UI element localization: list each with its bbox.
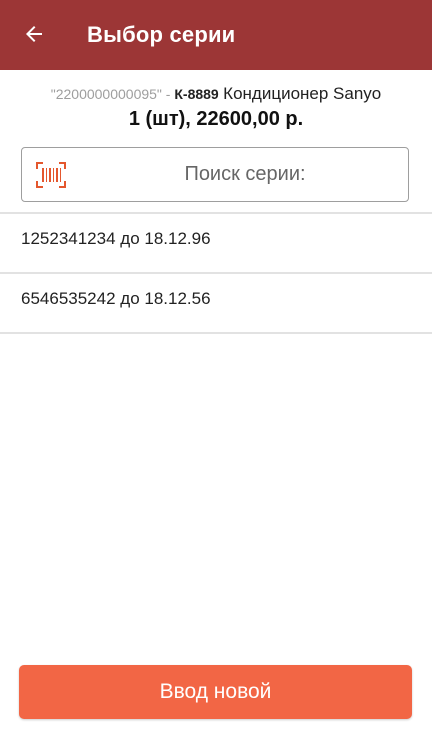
back-button[interactable] — [14, 16, 54, 52]
app-bar: Выбор серии — [0, 0, 432, 70]
series-list-item[interactable]: 6546535242 до 18.12.56 — [0, 274, 432, 334]
product-separator: - — [161, 86, 175, 102]
page-title: Выбор серии — [87, 22, 236, 47]
screen: Выбор серии "2200000000095" - К-8889 Кон… — [0, 0, 432, 739]
product-barcode: "2200000000095" — [50, 86, 162, 102]
series-search-input[interactable]: Поиск серии: — [21, 147, 409, 202]
barcode-scan-icon[interactable] — [36, 162, 66, 188]
product-info: "2200000000095" - К-8889 Кондиционер San… — [0, 84, 432, 104]
product-summary: 1 (шт), 22600,00 р. — [128, 108, 304, 130]
series-list-item[interactable]: 1252341234 до 18.12.96 — [0, 214, 432, 274]
search-placeholder: Поиск серии: — [184, 163, 306, 185]
series-list: 1252341234 до 18.12.96 6546535242 до 18.… — [0, 212, 432, 334]
new-series-button[interactable]: Ввод новой — [19, 665, 412, 719]
product-name: Кондиционер Sanyo — [223, 84, 382, 103]
product-code: К-8889 — [174, 86, 219, 102]
arrow-left-icon — [26, 26, 42, 42]
